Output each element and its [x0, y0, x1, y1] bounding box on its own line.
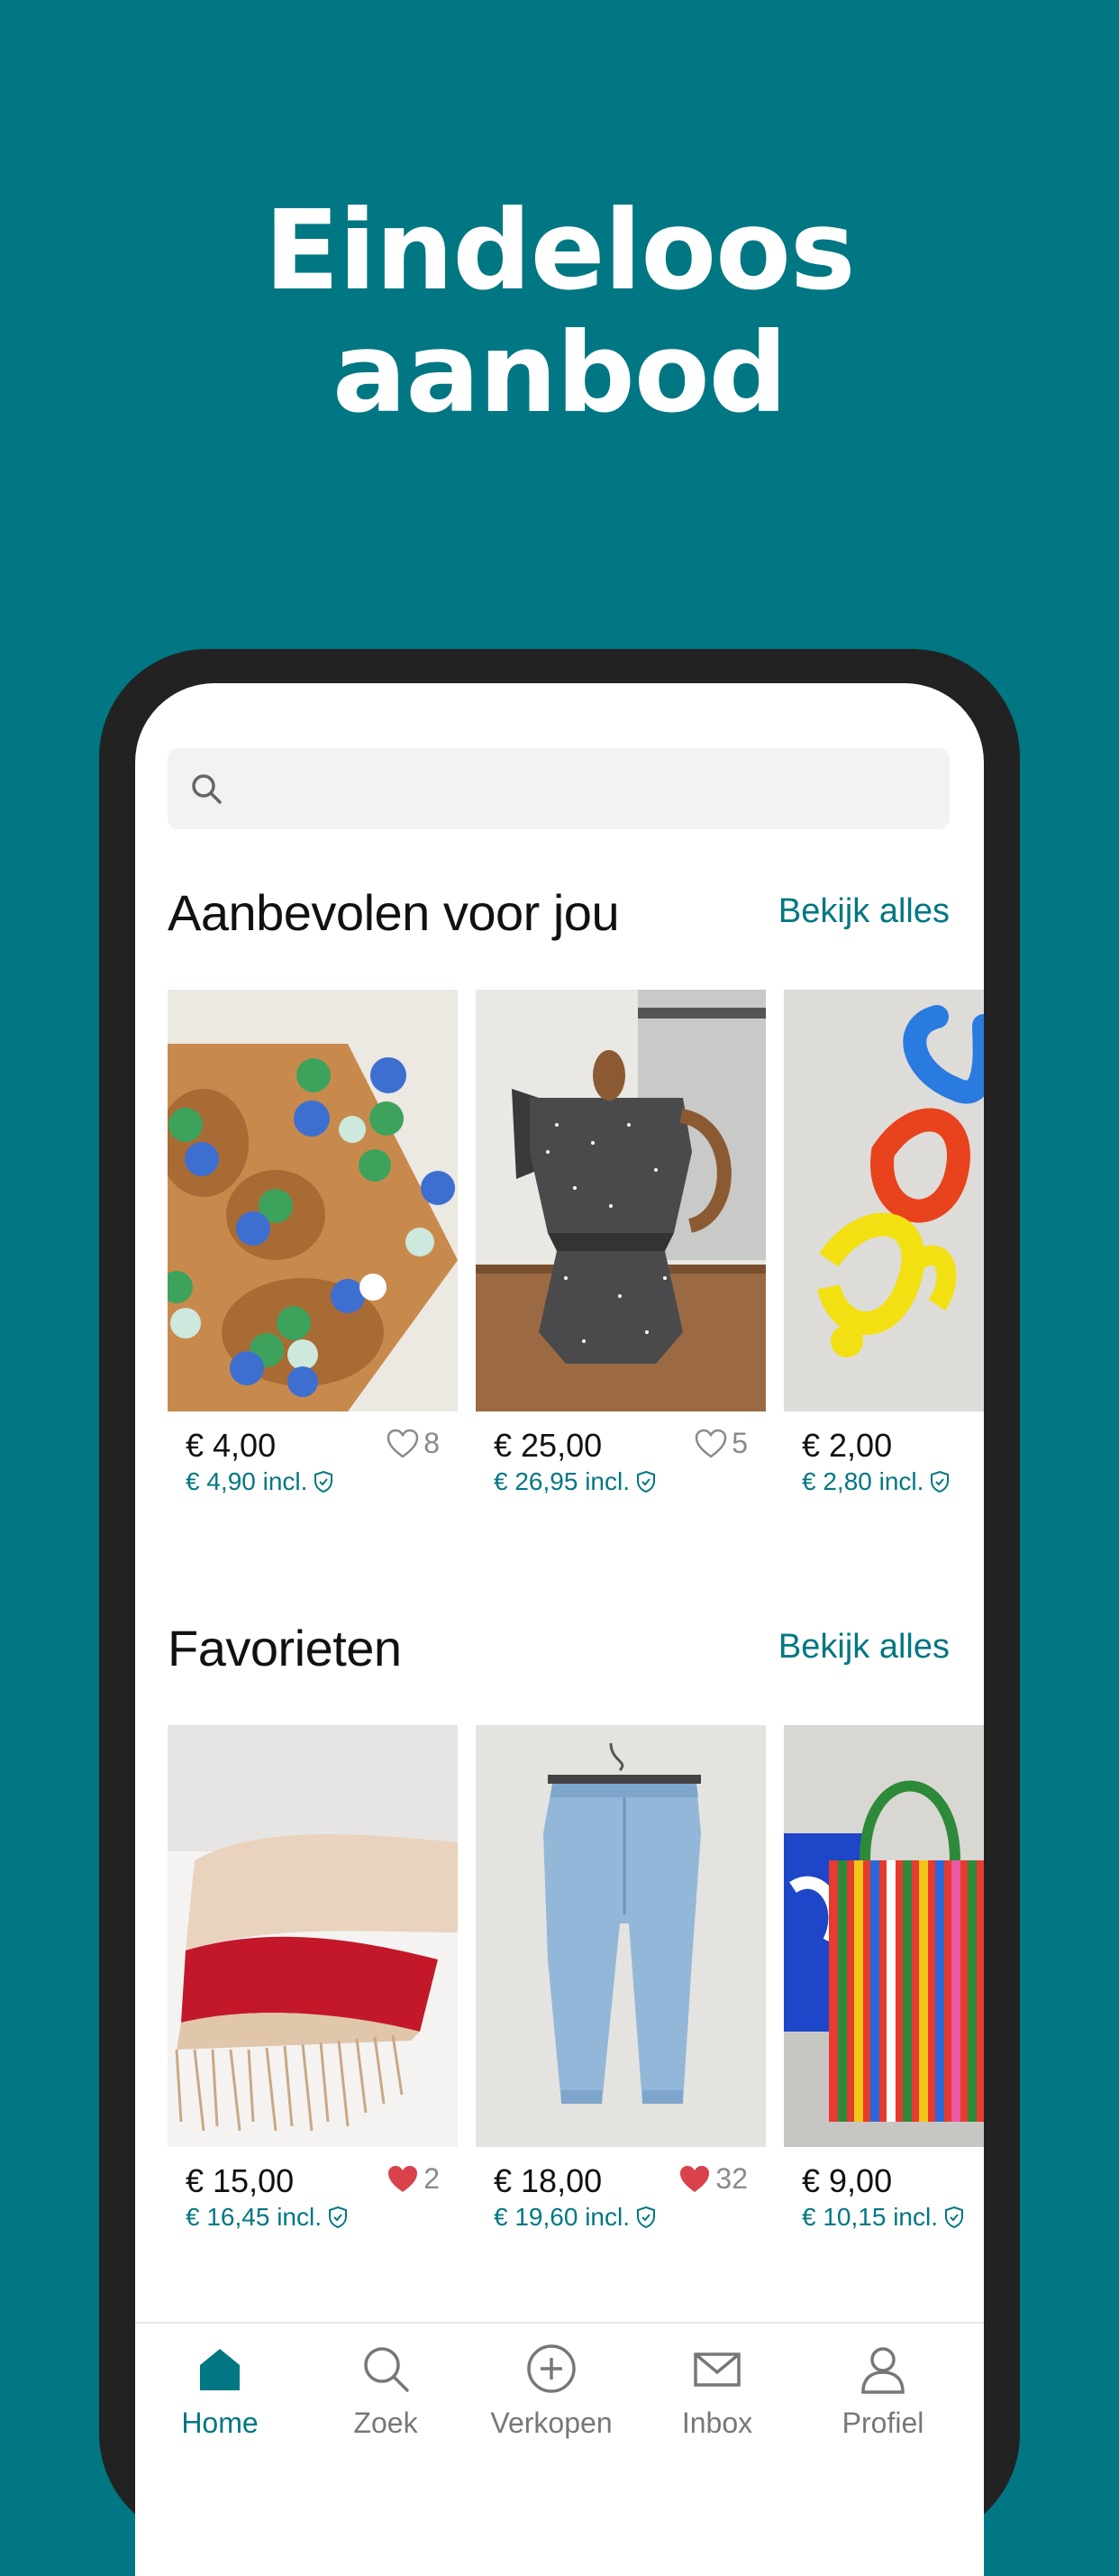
product-card[interactable]: € 9,00 € 10,15 incl. [784, 1725, 984, 2231]
favorite-button[interactable]: 5 [694, 1427, 748, 1460]
product-card[interactable]: € 18,00 € 19,60 incl. 32 [476, 1725, 766, 2231]
price-incl-text: € 16,45 incl. [186, 2203, 322, 2231]
price-incl-text: € 4,90 incl. [186, 1467, 308, 1495]
shield-check-icon [637, 1470, 655, 1494]
product-card[interactable]: € 15,00 € 16,45 incl. 2 [168, 1725, 458, 2231]
shield-check-icon [637, 2206, 655, 2229]
product-image-tote-bag[interactable] [784, 1725, 984, 2147]
price-incl-text: € 2,80 incl. [802, 1467, 924, 1495]
tab-label: Home [181, 2407, 259, 2439]
favorite-button[interactable]: 32 [678, 2162, 748, 2196]
like-count: 8 [423, 1427, 440, 1459]
user-icon [861, 2347, 905, 2394]
tab-home[interactable]: Home [135, 2324, 305, 2477]
search-icon [364, 2347, 409, 2392]
product-card[interactable]: € 4,00 € 4,90 incl. 8 [168, 990, 458, 1495]
headline-line-1: Eindeloos [264, 187, 855, 315]
phone-frame: Aanbevolen voor jou Bekijk alles € 4,00 … [99, 649, 1020, 2576]
favorite-button[interactable]: 8 [386, 1427, 440, 1460]
product-price-incl: € 26,95 incl. [494, 1467, 657, 1496]
tab-label: Verkopen [490, 2407, 613, 2439]
mail-icon [694, 2352, 741, 2387]
price-incl-text: € 26,95 incl. [494, 1467, 630, 1495]
like-count: 2 [423, 2162, 440, 2195]
search-icon [192, 774, 222, 804]
headline: Eindeloos aanbod [0, 189, 1119, 434]
product-price: € 2,00 [802, 1427, 893, 1464]
shield-check-icon [329, 2206, 347, 2229]
product-price-incl: € 4,90 incl. [186, 1467, 334, 1496]
tab-sell[interactable]: Verkopen [467, 2324, 636, 2477]
price-incl-text: € 19,60 incl. [494, 2203, 630, 2231]
heart-outline-icon [387, 1429, 419, 1458]
price-incl-text: € 10,15 incl. [802, 2203, 938, 2231]
product-price: € 25,00 [494, 1427, 603, 1464]
product-image-scarves[interactable] [168, 1725, 458, 2147]
heart-outline-icon [695, 1429, 727, 1458]
heart-filled-icon [680, 2165, 710, 2192]
tab-search[interactable]: Zoek [301, 2324, 470, 2477]
product-image-marbles[interactable] [168, 990, 458, 1411]
tab-label: Zoek [353, 2407, 418, 2439]
section-title-favorites: Favorieten [168, 1620, 402, 1676]
tab-inbox[interactable]: Inbox [632, 2324, 802, 2477]
tab-label: Inbox [681, 2407, 753, 2439]
tab-label: Profiel [842, 2407, 924, 2439]
recommended-row[interactable]: € 4,00 € 4,90 incl. 8 € 25,00 € 26,95 in… [168, 990, 984, 1548]
search-input[interactable] [240, 748, 928, 831]
search-bar[interactable] [168, 748, 950, 831]
plus-circle-icon [527, 2344, 576, 2393]
product-card[interactable]: € 25,00 € 26,95 incl. 5 [476, 990, 766, 1495]
favorites-row[interactable]: € 15,00 € 16,45 incl. 2 € 18,00 € 19,60 … [168, 1725, 984, 2284]
see-all-favorites-link[interactable]: Bekijk alles [778, 1628, 950, 1667]
heart-filled-icon [388, 2165, 418, 2192]
product-price: € 15,00 [186, 2162, 295, 2199]
section-title-recommended: Aanbevolen voor jou [168, 884, 620, 941]
home-icon [200, 2349, 240, 2390]
bottom-tab-bar: Home Zoek Verkopen Inbox Profiel [135, 2322, 984, 2477]
tab-profile[interactable]: Profiel [798, 2324, 968, 2477]
product-price-incl: € 10,15 incl. [802, 2203, 965, 2232]
product-price: € 18,00 [494, 2162, 603, 2199]
product-image-dog-toy[interactable] [784, 990, 984, 1411]
like-count: 5 [732, 1427, 748, 1459]
product-image-moka-pot[interactable] [476, 990, 766, 1411]
headline-line-2: aanbod [332, 309, 787, 437]
favorite-button[interactable]: 2 [386, 2162, 440, 2196]
product-card[interactable]: € 2,00 € 2,80 incl. [784, 990, 984, 1495]
shield-check-icon [314, 1470, 333, 1494]
see-all-recommended-link[interactable]: Bekijk alles [778, 892, 950, 931]
product-price-incl: € 19,60 incl. [494, 2203, 657, 2232]
shield-check-icon [931, 1470, 950, 1494]
shield-check-icon [945, 2206, 963, 2229]
product-price-incl: € 2,80 incl. [802, 1467, 951, 1496]
like-count: 32 [715, 2162, 748, 2195]
product-price: € 9,00 [802, 2162, 893, 2199]
product-price: € 4,00 [186, 1427, 277, 1464]
phone-screen: Aanbevolen voor jou Bekijk alles € 4,00 … [135, 683, 984, 2576]
product-image-jeans[interactable] [476, 1725, 766, 2147]
product-price-incl: € 16,45 incl. [186, 2203, 349, 2232]
